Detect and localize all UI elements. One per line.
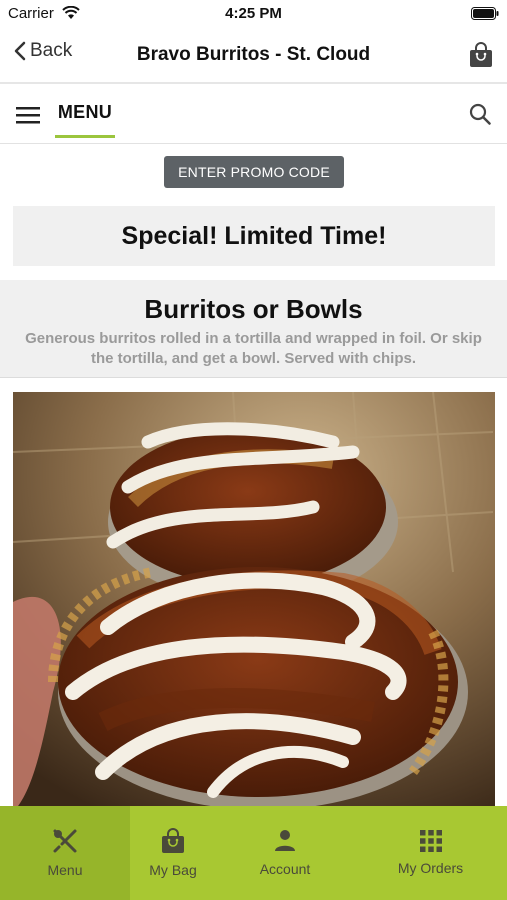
tab-bar-account-label: Account — [259, 861, 311, 877]
tab-active-indicator — [55, 135, 115, 138]
tab-bar-menu-label: Menu — [47, 862, 83, 878]
hamburger-menu-icon[interactable] — [16, 106, 40, 129]
tab-menu[interactable]: MENU — [55, 102, 115, 138]
tab-bar-my-bag[interactable]: My Bag — [130, 806, 216, 900]
clock: 4:25 PM — [225, 5, 282, 22]
page-title: Bravo Burritos - St. Cloud — [136, 44, 371, 65]
bag-icon[interactable] — [469, 42, 493, 73]
tab-bar-my-bag-label: My Bag — [149, 862, 197, 878]
burrito-image[interactable] — [13, 392, 495, 812]
navigation-bar: Back Bravo Burritos - St. Cloud — [0, 28, 507, 84]
utensils-icon — [53, 829, 77, 853]
tab-menu-label: MENU — [57, 102, 113, 122]
grid-icon — [419, 830, 442, 852]
menu-bar: MENU — [0, 86, 507, 144]
tab-bar-my-orders[interactable]: My Orders — [354, 806, 507, 900]
battery-icon — [471, 7, 499, 25]
tab-bar-menu[interactable]: Menu — [0, 806, 130, 900]
tab-bar-my-orders-label: My Orders — [397, 860, 464, 876]
special-banner[interactable]: Special! Limited Time! — [13, 206, 495, 266]
status-bar: Carrier 4:25 PM — [0, 0, 507, 28]
promo-code-button[interactable]: ENTER PROMO CODE — [164, 156, 344, 188]
search-icon[interactable] — [469, 103, 491, 130]
category-description: Generous burritos rolled in a tortilla a… — [25, 330, 482, 367]
person-icon — [275, 830, 295, 851]
bottom-tab-bar: Menu My Bag Account My Orders — [0, 806, 507, 900]
category-header: Burritos or Bowls Generous burritos roll… — [0, 280, 507, 378]
category-title: Burritos or Bowls — [144, 294, 363, 324]
tab-bar-account[interactable]: Account — [216, 806, 354, 900]
bag-icon — [162, 828, 184, 853]
